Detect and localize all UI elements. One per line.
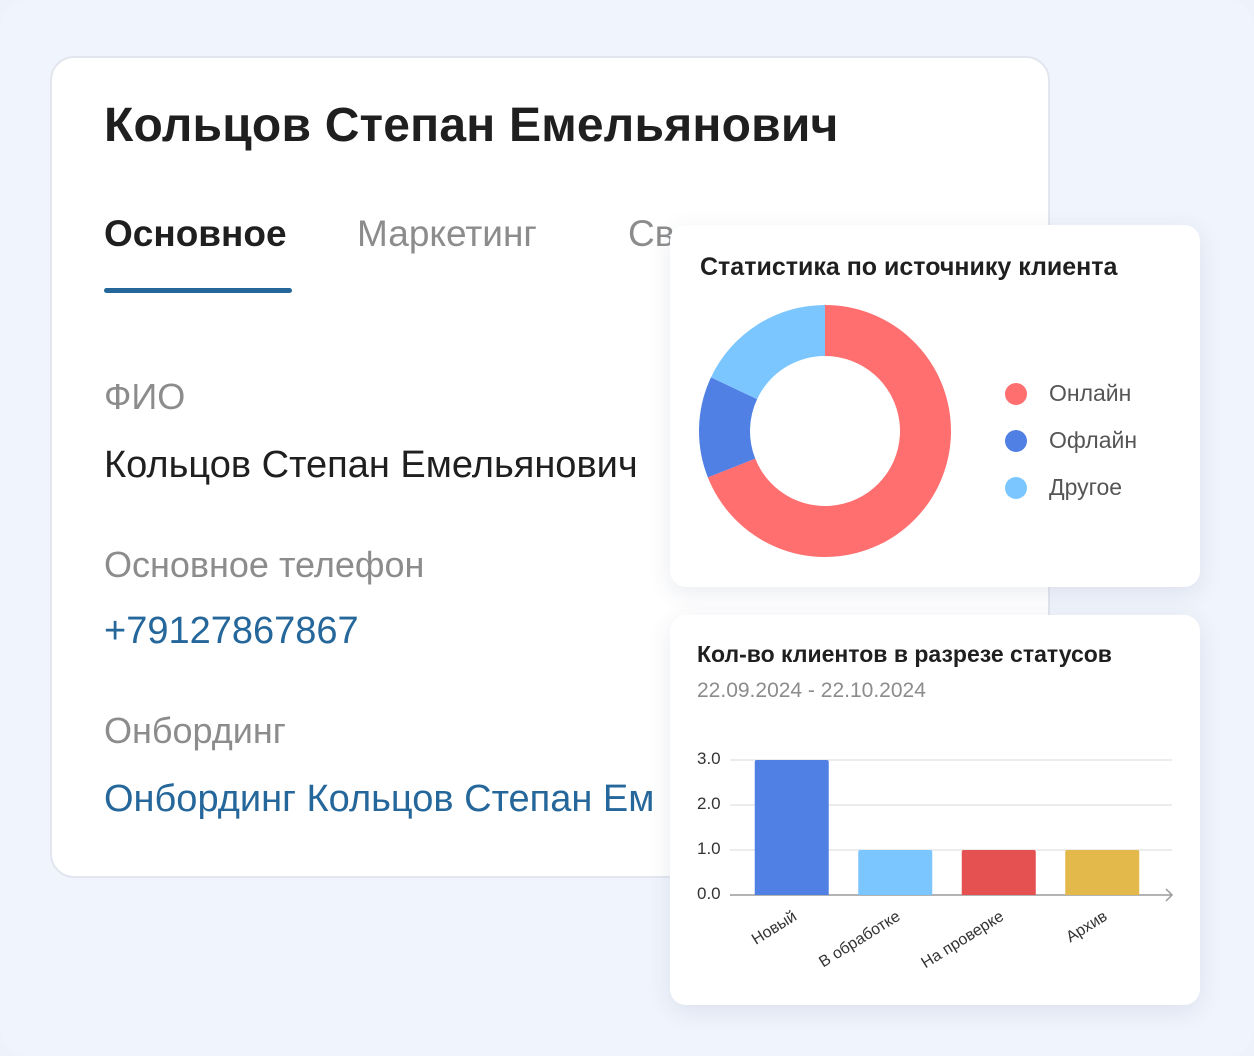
bar-chart: 0.0 1.0 2.0 3.0 Новый В обработке На проверке А… — [697, 749, 1174, 972]
legend-dot-online — [1005, 382, 1027, 405]
bar-2 — [961, 850, 1036, 895]
phone-link[interactable]: +79127867867 — [104, 610, 359, 653]
legend-item-other: Другое — [1005, 464, 1137, 511]
x-tick-label: На проверке — [919, 908, 1007, 972]
tab-main[interactable]: Основное — [104, 213, 287, 255]
x-tick-label: В обработке — [816, 908, 903, 971]
source-stats-panel: Статистика по источнику клиента Онлайн О… — [670, 225, 1200, 587]
field-label-phone: Основное телефон — [104, 544, 425, 585]
x-tick-label: Архив — [1063, 908, 1110, 946]
legend-label-offline: Офлайн — [1049, 427, 1138, 453]
y-tick-label: 1.0 — [697, 839, 721, 858]
field-label-fio: ФИО — [104, 376, 186, 417]
status-stats-panel: 0.0 1.0 2.0 3.0 Новый В обработке На проверке А… — [670, 615, 1200, 1005]
donut-legend: Онлайн Офлайн Другое — [1005, 370, 1137, 511]
legend-item-online: Онлайн — [1005, 370, 1137, 417]
legend-label-other: Другое — [1049, 474, 1123, 500]
donut-chart-title: Статистика по источнику клиента — [700, 253, 1118, 281]
field-label-onboarding: Онбординг — [104, 710, 286, 751]
tab-connections[interactable]: Св — [628, 213, 674, 255]
onboarding-link[interactable]: Онбординг Кольцов Степан Ем — [104, 778, 654, 821]
bar-0 — [754, 760, 829, 895]
legend-dot-other — [1005, 476, 1027, 499]
legend-item-offline: Офлайн — [1005, 417, 1137, 464]
bar-chart-title: Кол-во клиентов в разрезе статусов — [697, 641, 1112, 667]
client-name-title: Кольцов Степан Емельянович — [104, 99, 839, 152]
x-tick-label: Новый — [749, 908, 800, 949]
y-tick-label: 2.0 — [697, 794, 721, 813]
y-tick-label: 3.0 — [697, 749, 721, 768]
donut-slice-2 — [710, 305, 825, 400]
y-tick-label: 0.0 — [697, 884, 721, 903]
field-value-fio: Кольцов Степан Емельянович — [104, 444, 638, 486]
bar-3 — [1065, 850, 1140, 895]
date-range: 22.09.2024 - 22.10.2024 — [697, 679, 926, 702]
legend-label-online: Онлайн — [1049, 380, 1132, 406]
tab-marketing[interactable]: Маркетинг — [357, 213, 537, 255]
bar-1 — [858, 850, 933, 895]
active-tab-indicator — [104, 288, 292, 293]
legend-dot-offline — [1005, 429, 1027, 452]
